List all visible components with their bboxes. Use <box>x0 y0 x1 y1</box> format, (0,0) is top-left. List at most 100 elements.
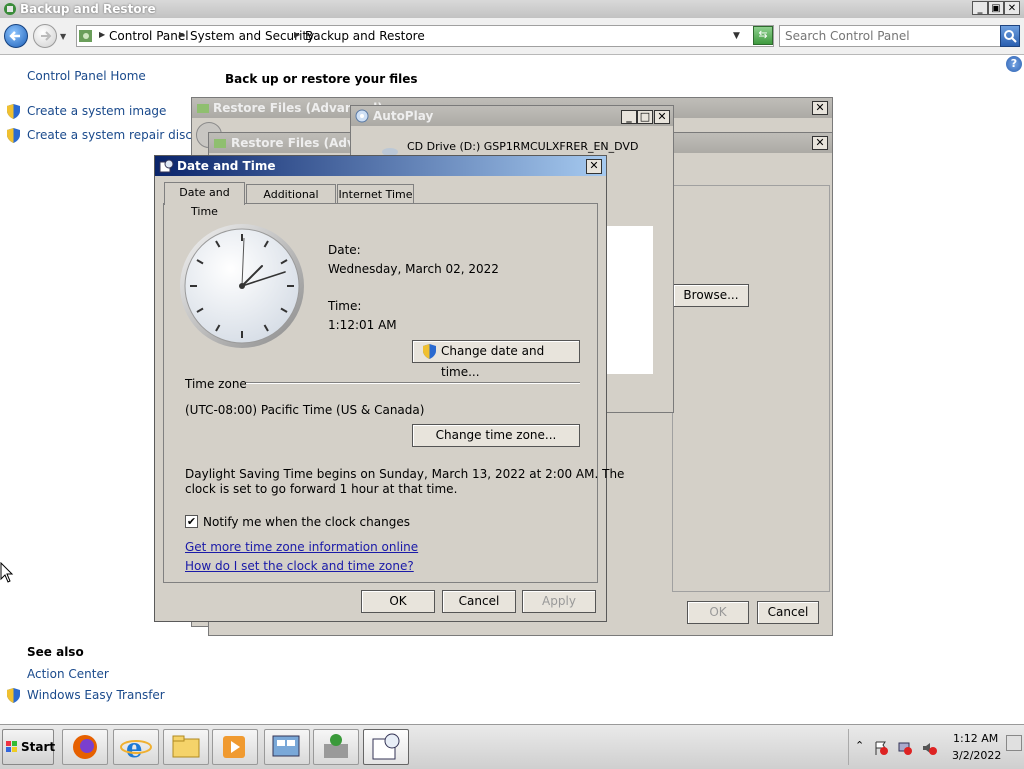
search-icon <box>1004 30 1017 43</box>
start-label: Start <box>21 740 56 754</box>
search-box[interactable] <box>779 25 1020 47</box>
action-center-link[interactable]: Action Center <box>27 667 109 681</box>
time-zone-value: (UTC-08:00) Pacific Time (US & Canada) <box>185 403 425 417</box>
minimize-button[interactable]: _ <box>972 1 988 15</box>
dst-info-line1: Daylight Saving Time begins on Sunday, M… <box>185 467 625 481</box>
search-input[interactable] <box>783 27 999 45</box>
date-time-title-bar: Date and Time <box>155 156 606 176</box>
forward-arrow-icon <box>41 31 52 41</box>
clock-help-link[interactable]: How do I set the clock and time zone? <box>185 559 414 573</box>
dst-info-line2: clock is set to go forward 1 hour at tha… <box>185 482 458 496</box>
refresh-button[interactable]: ⇆ <box>753 26 773 45</box>
windows-easy-transfer-link[interactable]: Windows Easy Transfer <box>27 688 165 702</box>
create-repair-disc-link[interactable]: Create a system repair disc <box>27 128 192 142</box>
breadcrumb-backup-restore[interactable]: Backup and Restore <box>305 29 425 43</box>
time-label: Time: <box>328 299 362 313</box>
file-explorer-icon <box>172 735 200 758</box>
backup-icon <box>324 734 348 758</box>
taskbar-server-manager[interactable] <box>264 729 310 765</box>
volume-icon[interactable] <box>921 740 937 756</box>
date-time-icon <box>159 159 174 173</box>
time-zone-divider <box>246 382 580 384</box>
clock-time[interactable]: 1:12 AM <box>953 732 998 745</box>
taskbar-backup[interactable] <box>313 729 359 765</box>
taskbar: Start e ⌃ 1:12 AM 3/2/2022 <box>0 724 1024 769</box>
show-hidden-icons-button[interactable]: ⌃ <box>855 739 864 752</box>
taskbar-internet-explorer[interactable]: e <box>113 729 159 765</box>
date-time-close-button[interactable]: ✕ <box>586 159 602 174</box>
restore-cancel-button[interactable]: Cancel <box>757 601 819 624</box>
firefox-icon <box>73 735 97 759</box>
address-bar[interactable]: ▶ Control Panel ▶ System and Security ▶ … <box>76 25 774 47</box>
time-zone-info-link[interactable]: Get more time zone information online <box>185 540 418 554</box>
search-button[interactable] <box>1000 25 1020 47</box>
forward-button[interactable] <box>33 24 57 48</box>
tab-internet-time[interactable]: Internet Time <box>337 184 414 204</box>
taskbar-firefox[interactable] <box>62 729 108 765</box>
refresh-icon: ⇆ <box>758 28 768 41</box>
autoplay-maximize-button[interactable]: □ <box>637 110 653 124</box>
svg-text:e: e <box>126 734 143 764</box>
media-player-icon <box>223 736 245 758</box>
taskbar-date-time[interactable] <box>363 729 409 765</box>
notify-label: Notify me when the clock changes <box>203 515 410 529</box>
date-value: Wednesday, March 02, 2022 <box>328 262 499 276</box>
restore-files-close-button[interactable]: ✕ <box>812 101 828 115</box>
browse-button[interactable]: Browse... <box>673 284 749 307</box>
date-time-title: Date and Time <box>177 159 276 173</box>
analog-clock <box>180 224 304 348</box>
recent-pages-dropdown[interactable]: ▼ <box>60 32 66 41</box>
mouse-cursor-icon <box>0 562 14 583</box>
time-zone-heading: Time zone <box>185 377 247 391</box>
address-dropdown-button[interactable]: ▼ <box>733 31 740 41</box>
uac-shield-icon <box>7 104 20 119</box>
see-also-heading: See also <box>27 645 84 659</box>
tab-date-and-time[interactable]: Date and Time <box>164 182 245 218</box>
windows-logo-icon <box>6 741 17 752</box>
autoplay-close-button[interactable]: ✕ <box>654 110 670 124</box>
autoplay-icon <box>355 109 369 123</box>
notify-checkbox[interactable]: ✔ <box>185 515 198 528</box>
change-date-time-button[interactable]: Change date and time... <box>412 340 580 379</box>
show-desktop-button[interactable] <box>1006 735 1022 751</box>
internet-explorer-icon: e <box>120 734 152 764</box>
tab-additional-clocks[interactable]: Additional Clocks <box>246 184 336 220</box>
uac-shield-icon <box>7 688 20 703</box>
server-manager-icon <box>272 735 300 757</box>
clock-date[interactable]: 3/2/2022 <box>952 749 1001 762</box>
taskbar-media-player[interactable] <box>212 729 258 765</box>
restore-files-close-button-2[interactable]: ✕ <box>812 136 828 150</box>
page-heading: Back up or restore your files <box>225 72 418 86</box>
back-button[interactable] <box>4 24 28 48</box>
help-icon: ? <box>1010 57 1018 70</box>
navigation-toolbar: ▼ ▶ Control Panel ▶ System and Security … <box>0 18 1024 55</box>
time-value: 1:12:01 AM <box>328 318 397 332</box>
uac-shield-icon <box>7 128 20 143</box>
autoplay-list[interactable] <box>607 226 653 374</box>
create-system-image-link[interactable]: Create a system image <box>27 104 166 118</box>
action-center-flag-icon[interactable] <box>873 740 889 756</box>
autoplay-minimize-button[interactable]: _ <box>621 110 637 124</box>
taskbar-file-explorer[interactable] <box>163 729 209 765</box>
backup-restore-icon <box>4 3 16 15</box>
close-button[interactable]: ✕ <box>1004 1 1020 15</box>
network-icon[interactable] <box>897 740 913 756</box>
restore-files-icon <box>214 139 226 148</box>
window-title-bar: Backup and Restore _ ▣ ✕ <box>0 0 1024 18</box>
cancel-button[interactable]: Cancel <box>442 590 516 613</box>
uac-shield-icon <box>423 344 436 359</box>
window-title: Backup and Restore <box>20 2 156 16</box>
ok-button[interactable]: OK <box>361 590 435 613</box>
help-button[interactable]: ? <box>1006 56 1022 72</box>
breadcrumb-control-panel[interactable]: Control Panel <box>109 29 189 43</box>
cd-drive-label: CD Drive (D:) GSP1RMCULXFRER_EN_DVD <box>407 140 639 153</box>
change-time-zone-button[interactable]: Change time zone... <box>412 424 580 447</box>
system-tray: ⌃ 1:12 AM 3/2/2022 <box>848 729 1024 765</box>
restore-button[interactable]: ▣ <box>988 1 1004 15</box>
apply-button[interactable]: Apply <box>522 590 596 613</box>
restore-files-content <box>672 185 830 592</box>
checkmark-icon: ✔ <box>186 515 197 528</box>
control-panel-home-link[interactable]: Control Panel Home <box>27 69 146 83</box>
restore-ok-button[interactable]: OK <box>687 601 749 624</box>
start-button[interactable]: Start <box>2 729 56 765</box>
